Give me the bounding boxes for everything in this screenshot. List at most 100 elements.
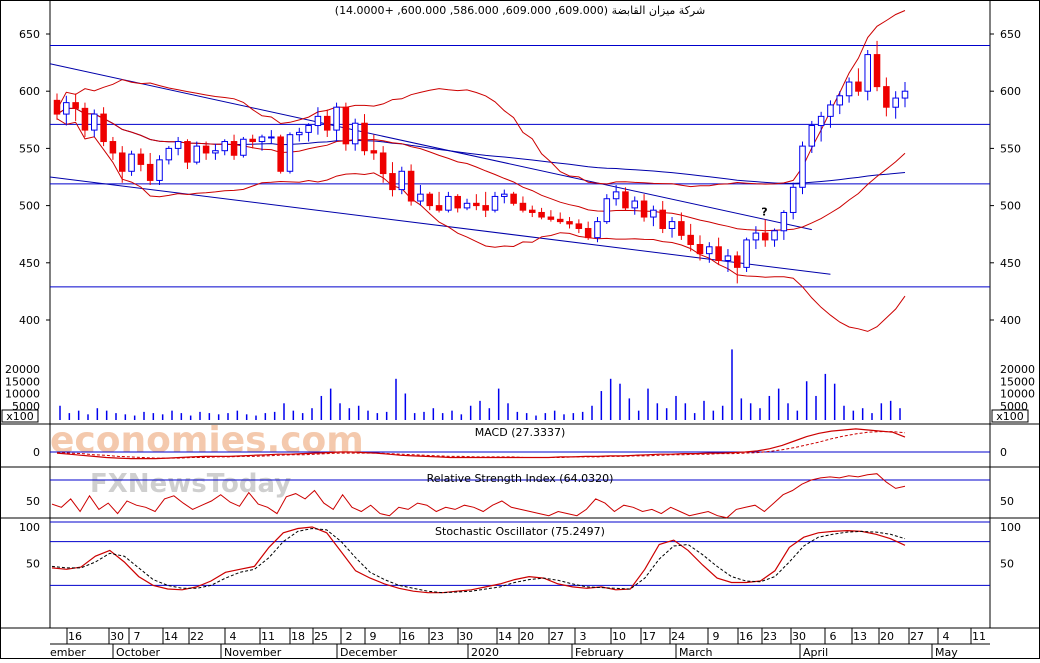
candle-body xyxy=(510,193,517,204)
stochastic-tick-label-right: 100 xyxy=(1000,521,1021,534)
volume-multiplier-right: x100 xyxy=(996,410,1024,423)
candle-body xyxy=(724,255,732,262)
stochastic-d-line xyxy=(51,527,906,594)
candle-body xyxy=(873,54,881,88)
candle-body xyxy=(435,205,443,211)
chart-title: شركة ميزان القابضة (609.000, 609.000, 58… xyxy=(335,4,705,17)
x-day-label: 14 xyxy=(498,630,512,643)
candle-body xyxy=(146,163,154,181)
stock-chart: economies.com FXNewsToday 400 400 450 450 50… xyxy=(0,0,1040,659)
candle-body xyxy=(249,138,256,143)
candle-body xyxy=(640,200,648,218)
candle-body xyxy=(631,200,639,209)
candle-body xyxy=(752,232,760,241)
candle-body xyxy=(836,95,844,106)
candle-body xyxy=(715,246,722,262)
rsi-tick-label-left: 50 xyxy=(26,495,40,508)
price-tick-label-left: 650 xyxy=(19,28,40,41)
candle-body xyxy=(482,205,489,211)
candle-body xyxy=(491,195,499,211)
x-day-label: 25 xyxy=(314,630,328,643)
x-day-label: 16 xyxy=(401,630,415,643)
stochastic-tick-label-right: 50 xyxy=(1000,558,1014,571)
candle-body xyxy=(63,102,70,115)
price-tick-label-right: 550 xyxy=(1000,142,1021,155)
price-panel: 400 400 450 450 500 500 550 550 600 600 650 650? xyxy=(19,10,1021,332)
candle-body xyxy=(901,90,909,99)
candle-body xyxy=(696,243,704,255)
candle-body xyxy=(864,54,871,92)
candle-body xyxy=(622,191,629,209)
candle-body xyxy=(165,147,173,161)
x-day-label: 9 xyxy=(370,630,377,643)
x-month-label: October xyxy=(116,646,160,659)
candle-body xyxy=(883,86,890,108)
volume-tick-label-right: 15000 xyxy=(1000,375,1035,388)
x-day-label: 4 xyxy=(230,630,237,643)
candle-body xyxy=(370,150,378,154)
price-tick-label-right: 450 xyxy=(1000,257,1021,270)
candle-body xyxy=(202,145,210,154)
candle-body xyxy=(277,136,284,172)
candle-body xyxy=(566,221,573,225)
candle-body xyxy=(305,125,312,133)
candle-body xyxy=(240,138,247,156)
x-day-label: 10 xyxy=(612,630,626,643)
watermark: economies.com FXNewsToday xyxy=(50,420,364,499)
price-tick-label-left: 400 xyxy=(19,314,40,327)
candle-body xyxy=(445,195,452,211)
x-day-label: 30 xyxy=(110,630,124,643)
candle-body xyxy=(351,122,359,145)
x-day-label: 9 xyxy=(713,630,720,643)
candle-body xyxy=(398,170,406,191)
candle-body xyxy=(268,136,275,139)
candle-body xyxy=(501,193,508,197)
candle-body xyxy=(184,141,191,163)
price-tick-label-left: 550 xyxy=(19,142,40,155)
candle-body xyxy=(538,211,545,218)
volume-panel: 5000 500010000 1000015000 1500020000 20000x1… xyxy=(1,349,1035,423)
x-month-label: 2020 xyxy=(471,646,499,659)
price-tick-label-left: 600 xyxy=(19,85,40,98)
candle-body xyxy=(659,209,666,229)
candle-body xyxy=(53,99,61,115)
candle-body xyxy=(230,141,238,156)
macd-title: MACD (27.3337) xyxy=(475,426,566,439)
candle-body xyxy=(743,239,750,268)
candle-body xyxy=(463,202,471,209)
x-day-label: 22 xyxy=(190,630,204,643)
volume-multiplier-left: x100 xyxy=(6,410,34,423)
candle-body xyxy=(761,232,769,241)
candle-body xyxy=(333,106,340,131)
watermark-line2: FXNewsToday xyxy=(90,469,291,499)
candle-body xyxy=(789,186,797,213)
candle-body xyxy=(528,209,536,213)
candle-body xyxy=(91,113,98,131)
x-month-label: ember xyxy=(50,646,86,659)
candle-body xyxy=(118,152,126,172)
x-day-label: 17 xyxy=(642,630,656,643)
candle-body xyxy=(668,221,676,229)
candle-body xyxy=(612,191,620,200)
candle-body xyxy=(128,153,135,172)
x-month-label: November xyxy=(224,646,282,659)
price-tick-label-right: 500 xyxy=(1000,200,1021,213)
candle-body xyxy=(519,202,527,211)
candle-body xyxy=(855,81,862,92)
candle-body xyxy=(603,198,611,223)
candle-body xyxy=(379,152,387,175)
candle-body xyxy=(827,104,834,117)
candle-body xyxy=(81,107,89,131)
x-day-label: 23 xyxy=(430,630,444,643)
candle-body xyxy=(808,125,816,147)
x-month-label: May xyxy=(935,646,958,659)
volume-tick-label-right: 10000 xyxy=(1000,388,1035,401)
stochastic-tick-label-left: 100 xyxy=(19,521,40,534)
bollinger-middle xyxy=(56,107,906,232)
candle-body xyxy=(547,216,555,220)
candle-body xyxy=(156,159,163,181)
stochastic-tick-label-left: 50 xyxy=(26,558,40,571)
x-day-label: 4 xyxy=(943,630,950,643)
candle-body xyxy=(389,173,396,191)
x-day-label: 18 xyxy=(291,630,305,643)
